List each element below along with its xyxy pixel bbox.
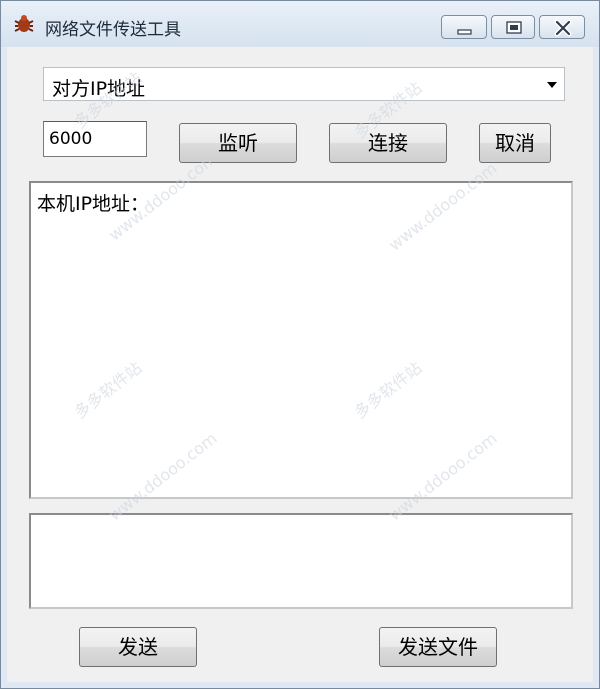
title-bar[interactable]: 网络文件传送工具 [1,1,599,47]
listen-button[interactable]: 监听 [179,123,297,163]
send-file-button[interactable]: 发送文件 [379,627,497,667]
log-text: 本机IP地址： [37,193,150,215]
app-window: 网络文件传送工具 对方IP地址 6000 监听 连接 取消 本机IP地址： 发送… [0,0,600,689]
message-input[interactable] [29,513,573,609]
connect-button[interactable]: 连接 [329,123,447,163]
close-button[interactable] [539,15,585,39]
log-textarea[interactable]: 本机IP地址： [29,181,573,499]
send-button[interactable]: 发送 [79,627,197,667]
minimize-button[interactable] [441,15,487,39]
close-icon [554,19,572,37]
dropdown-arrow-icon[interactable] [546,81,558,89]
ip-address-combo[interactable]: 对方IP地址 [43,67,565,101]
minimize-icon [457,29,472,35]
bug-icon [14,15,34,32]
ip-address-value: 对方IP地址 [52,78,146,100]
maximize-button[interactable] [491,15,535,39]
client-area: 对方IP地址 6000 监听 连接 取消 本机IP地址： 发送 发送文件 多多软… [7,47,593,682]
window-title: 网络文件传送工具 [45,20,181,40]
port-input[interactable]: 6000 [43,121,147,157]
port-value: 6000 [49,129,93,149]
cancel-button[interactable]: 取消 [479,123,551,163]
maximize-icon [506,21,522,34]
